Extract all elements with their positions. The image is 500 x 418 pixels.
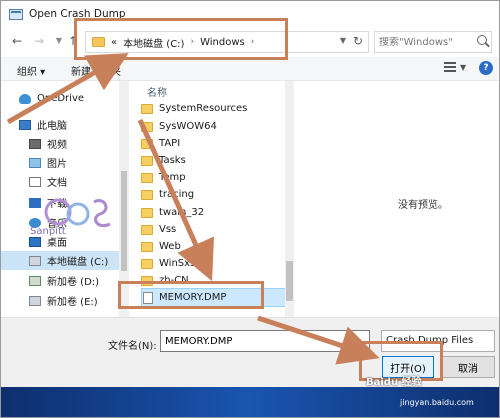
list-item-label: TAPI xyxy=(159,138,181,149)
watermark-text: Sanpitt xyxy=(30,226,66,237)
annotation-box-address xyxy=(74,18,288,60)
list-item[interactable]: SystemResources xyxy=(141,100,289,117)
pictures-icon xyxy=(29,157,41,168)
cloud-icon xyxy=(19,93,31,104)
list-item-label: twain_32 xyxy=(159,207,205,218)
list-item-label: Vss xyxy=(159,224,177,235)
nav-item-label: 新加卷 (D:) xyxy=(47,277,100,288)
file-list-scrollbar[interactable] xyxy=(285,81,294,317)
annotation-box-file xyxy=(118,281,264,309)
folder-icon xyxy=(141,241,153,252)
folder-icon xyxy=(141,155,153,166)
list-item-label: WinSxS xyxy=(159,258,197,269)
folder-icon xyxy=(141,103,153,114)
nav-item-label: OneDrive xyxy=(37,93,85,104)
drive-icon xyxy=(29,255,41,266)
new-folder-button[interactable]: 新建文件夹 xyxy=(71,63,121,78)
list-item[interactable]: WinSxS xyxy=(141,255,289,272)
nav-item-label: 新加卷 (E:) xyxy=(47,297,98,308)
list-item[interactable]: tracing xyxy=(141,186,289,203)
cancel-button[interactable]: 取消 xyxy=(441,356,495,378)
search-box[interactable] xyxy=(374,31,492,53)
window-icon xyxy=(9,8,23,20)
list-item[interactable]: Temp xyxy=(141,169,289,186)
command-bar: 组织 ▾ 新建文件夹 ▼ ? xyxy=(1,57,499,81)
video-icon xyxy=(29,138,41,149)
search-input[interactable] xyxy=(379,36,477,48)
list-item[interactable]: Tasks xyxy=(141,152,289,169)
folder-icon xyxy=(141,121,153,132)
filename-label: 文件名(N): xyxy=(108,341,157,352)
column-header-name[interactable]: 名称 xyxy=(147,84,167,99)
folder-icon xyxy=(141,224,153,235)
drive-icon xyxy=(29,295,41,306)
view-options-chevron-icon[interactable]: ▼ xyxy=(460,63,466,72)
nav-item-drive-c[interactable]: 本地磁盘 (C:) xyxy=(1,251,121,270)
list-item-label: SystemResources xyxy=(159,103,248,114)
organize-menu[interactable]: 组织 ▾ xyxy=(17,63,45,78)
list-item[interactable]: Vss xyxy=(141,221,289,238)
address-dropdown-chevron-icon[interactable]: ▼ xyxy=(340,36,346,45)
folder-icon xyxy=(141,258,153,269)
nav-item-videos[interactable]: 视频 xyxy=(1,134,121,153)
nav-item-this-pc[interactable]: 此电脑 xyxy=(1,115,121,134)
folder-icon xyxy=(141,189,153,200)
list-item[interactable]: Web xyxy=(141,238,289,255)
nav-item-drive-e[interactable]: 新加卷 (E:) xyxy=(1,291,121,310)
drive-icon xyxy=(29,275,41,286)
forward-arrow-icon[interactable]: → xyxy=(31,33,47,49)
filename-field[interactable] xyxy=(160,330,370,352)
baidu-url: jingyan.baidu.com xyxy=(400,398,474,407)
nav-item-pictures[interactable]: 图片 xyxy=(1,153,121,172)
list-item[interactable]: SysWOW64 xyxy=(141,118,289,135)
help-icon[interactable]: ? xyxy=(479,61,493,75)
computer-icon xyxy=(19,119,31,130)
nav-item-label: 本地磁盘 (C:) xyxy=(47,257,109,268)
list-item-label: tracing xyxy=(159,189,195,200)
documents-icon xyxy=(29,176,41,187)
baidu-watermark: Baidu 经验 xyxy=(366,377,422,388)
list-item-label: Web xyxy=(159,241,181,252)
no-preview-text: 没有预览。 xyxy=(398,200,448,211)
nav-item-drive-d[interactable]: 新加卷 (D:) xyxy=(1,271,121,290)
folder-icon xyxy=(141,207,153,218)
list-item-label: SysWOW64 xyxy=(159,121,217,132)
sanpitt-watermark-logo xyxy=(44,198,111,228)
refresh-icon[interactable]: ↻ xyxy=(353,34,363,48)
scrollbar-thumb[interactable] xyxy=(286,261,293,301)
search-icon[interactable] xyxy=(477,35,487,45)
folder-icon xyxy=(141,172,153,183)
back-arrow-icon[interactable]: ← xyxy=(9,33,25,49)
nav-item-documents[interactable]: 文档 xyxy=(1,172,121,191)
preview-pane: 没有预览。 xyxy=(295,81,499,317)
nav-item-onedrive[interactable]: OneDrive xyxy=(1,89,121,108)
nav-item-label: 文档 xyxy=(47,178,67,189)
folder-icon xyxy=(141,138,153,149)
nav-item-label: 此电脑 xyxy=(37,121,67,132)
nav-item-label: 视频 xyxy=(47,140,67,151)
view-options-icon[interactable] xyxy=(444,62,456,74)
list-item[interactable]: twain_32 xyxy=(141,204,289,221)
list-item-label: Tasks xyxy=(159,155,186,166)
nav-item-label: 图片 xyxy=(47,159,67,170)
list-item[interactable]: TAPI xyxy=(141,135,289,152)
list-item-label: Temp xyxy=(159,172,186,183)
